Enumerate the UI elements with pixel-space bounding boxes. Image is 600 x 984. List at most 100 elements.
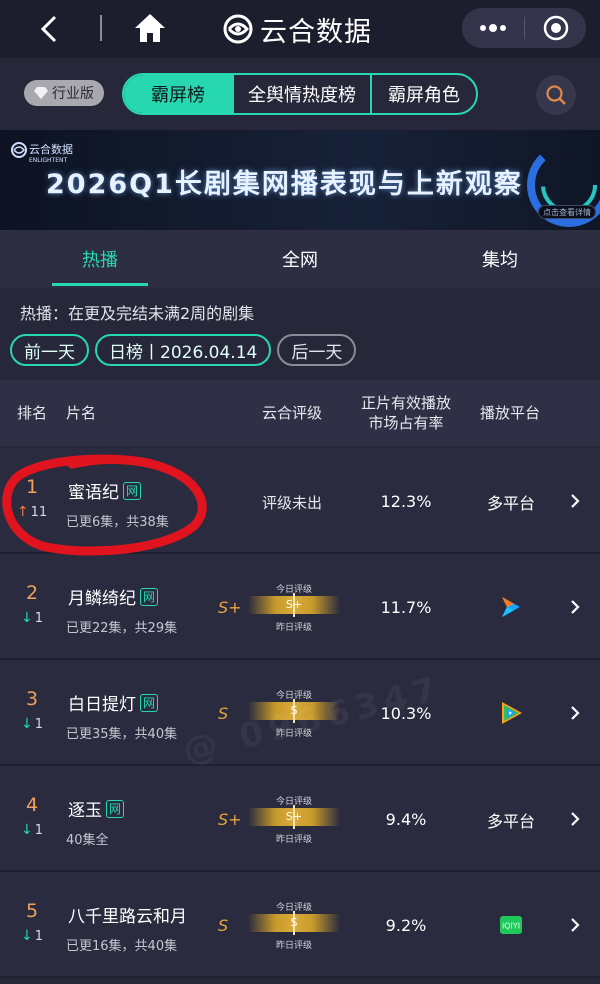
net-drama-badge: 网 — [140, 693, 158, 712]
grade-band-value: S — [290, 916, 298, 929]
arrow-down-icon: ↓ — [20, 822, 33, 838]
table-row[interactable]: 2 ↓ 1 月鳞绮纪网 已更22集，共29集 S+ 今日评级 S+ 昨日评级 11… — [0, 554, 600, 660]
target-icon — [543, 15, 568, 41]
net-drama-badge: 网 — [140, 587, 158, 606]
rank-change: ↓ 1 — [14, 822, 50, 838]
chevron-right-icon[interactable] — [566, 704, 584, 722]
tencent-video-icon — [502, 702, 522, 724]
table-header: 排名 片名 云合评级 正片有效播放 市场占有率 播放平台 — [0, 380, 600, 446]
rank-change-value: 1 — [34, 611, 43, 626]
edition-label: 行业版 — [52, 86, 94, 102]
rank-change: ↓ 1 — [14, 928, 50, 944]
grade-letter: S+ — [218, 810, 242, 829]
tab-per-episode[interactable]: 集均 — [400, 230, 600, 288]
grade-band-value: S+ — [285, 810, 303, 823]
episode-info: 已更16集，共40集 — [66, 939, 178, 954]
youku-icon — [502, 597, 520, 617]
show-title[interactable]: 逐玉网 — [68, 796, 124, 821]
segment-dominate-list[interactable]: 霸屏榜 — [124, 75, 232, 113]
chevron-right-icon[interactable] — [566, 916, 584, 934]
mini-program-capsule — [462, 8, 586, 48]
brand-logo-icon — [223, 14, 253, 44]
banner-detail-button[interactable]: 点击查看详情 — [538, 205, 596, 219]
chevron-right-icon[interactable] — [566, 492, 584, 510]
rank-number: 4 — [25, 794, 39, 816]
episode-info: 已更22集，共29集 — [66, 621, 178, 636]
svg-text:iQIYI: iQIYI — [502, 922, 520, 931]
divider — [100, 15, 102, 41]
header-platform: 播放平台 — [480, 404, 541, 422]
episode-info: 40集全 — [66, 833, 109, 848]
more-options-button[interactable] — [462, 8, 524, 48]
diamond-icon — [34, 87, 48, 99]
grade-pending: 评级未出 — [262, 494, 323, 512]
table-row[interactable]: 4 ↓ 1 逐玉网 40集全 S+ 今日评级 S+ 昨日评级 9.4% 多平台 — [0, 766, 600, 872]
market-share: 9.4% — [385, 810, 427, 829]
rank-change-value: 1 — [34, 717, 43, 732]
chevron-right-icon[interactable] — [566, 598, 584, 616]
edition-badge[interactable]: 行业版 — [24, 80, 104, 106]
ranking-segment: 霸屏榜 全舆情热度榜 霸屏角色 — [122, 73, 478, 115]
back-arrow-icon[interactable] — [34, 12, 68, 46]
segment-roles-list[interactable]: 霸屏角色 — [370, 75, 476, 113]
list-description: 热播：在更及完结未满2周的剧集 — [20, 304, 255, 323]
chevron-right-icon[interactable] — [566, 810, 584, 828]
close-miniprogram-button[interactable] — [525, 8, 586, 48]
yesterday-grade-label: 昨日评级 — [275, 835, 312, 845]
home-icon[interactable] — [132, 10, 168, 46]
grade-band-value: S+ — [285, 598, 303, 611]
grade-comparison: 今日评级 S 昨日评级 — [248, 900, 340, 952]
grade-letter: S — [218, 916, 229, 935]
tab-hot[interactable]: 热播 — [0, 230, 200, 288]
market-share: 9.2% — [385, 916, 427, 935]
rank-change-value: 1 — [34, 823, 43, 838]
show-title[interactable]: 月鳞绮纪网 — [68, 584, 158, 609]
promo-banner[interactable]: 云合数据 ENLIGHTENT 2026Q1长剧集网播表现与上新观察 点击查看详… — [0, 130, 600, 230]
arrow-down-icon: ↓ — [20, 928, 33, 944]
grade-letter: S+ — [218, 598, 242, 617]
banner-title: 2026Q1长剧集网播表现与上新观察 — [46, 169, 523, 200]
arrow-down-icon: ↓ — [20, 716, 33, 732]
header-share: 正片有效播放 市场占有率 — [358, 380, 454, 446]
nav-row: 行业版 霸屏榜 全舆情热度榜 霸屏角色 — [0, 58, 600, 130]
banner-logo-icon: 云合数据 ENLIGHTENT — [11, 142, 73, 164]
show-title-text: 八千里路云和月 — [68, 907, 187, 927]
prev-day-button[interactable]: 前一天 — [10, 334, 89, 366]
next-day-button[interactable]: 后一天 — [277, 334, 357, 366]
rank-change: ↓ 1 — [14, 610, 50, 626]
net-drama-badge: 网 — [106, 799, 124, 818]
header-share-line1: 正片有效播放 — [360, 394, 451, 412]
red-annotation-circle — [2, 454, 207, 556]
yesterday-grade-label: 昨日评级 — [275, 941, 312, 951]
header-title: 片名 — [66, 404, 97, 422]
market-share: 11.7% — [380, 598, 432, 617]
platform-label: 多平台 — [486, 812, 535, 831]
yesterday-grade-label: 昨日评级 — [275, 623, 312, 633]
tab-all-network[interactable]: 全网 — [200, 230, 400, 288]
episode-info: 已更35集，共40集 — [66, 727, 178, 742]
show-title[interactable]: 八千里路云和月 — [68, 902, 187, 927]
market-share: 12.3% — [380, 492, 432, 511]
search-icon — [546, 85, 566, 105]
rank-number: 3 — [25, 688, 39, 710]
header-rank: 排名 — [17, 404, 48, 422]
show-title[interactable]: 白日提灯网 — [68, 690, 158, 715]
segment-sentiment-list[interactable]: 全舆情热度榜 — [232, 75, 370, 113]
search-button[interactable] — [536, 75, 576, 115]
header-grade: 云合评级 — [262, 404, 323, 422]
rank-number: 2 — [25, 582, 39, 604]
date-controls: 前一天 日榜丨2026.04.14 后一天 — [10, 334, 362, 366]
iqiyi-icon: iQIYI — [500, 916, 522, 934]
table-row[interactable]: 5 ↓ 1 八千里路云和月 已更16集，共40集 S 今日评级 S 昨日评级 9.… — [0, 872, 600, 978]
brand: 云合数据 — [222, 9, 372, 49]
grade-comparison: 今日评级 S+ 昨日评级 — [248, 794, 340, 846]
top-bar: 云合数据 — [0, 0, 600, 58]
grade-comparison: 今日评级 S+ 昨日评级 — [248, 582, 340, 634]
more-dots-icon — [480, 24, 506, 32]
rank-number: 5 — [25, 900, 39, 922]
arrow-down-icon: ↓ — [20, 610, 33, 626]
header-share-line2: 市场占有率 — [368, 414, 444, 432]
show-title-text: 白日提灯 — [68, 695, 136, 715]
rank-change: ↓ 1 — [14, 716, 50, 732]
date-selector[interactable]: 日榜丨2026.04.14 — [95, 334, 272, 366]
